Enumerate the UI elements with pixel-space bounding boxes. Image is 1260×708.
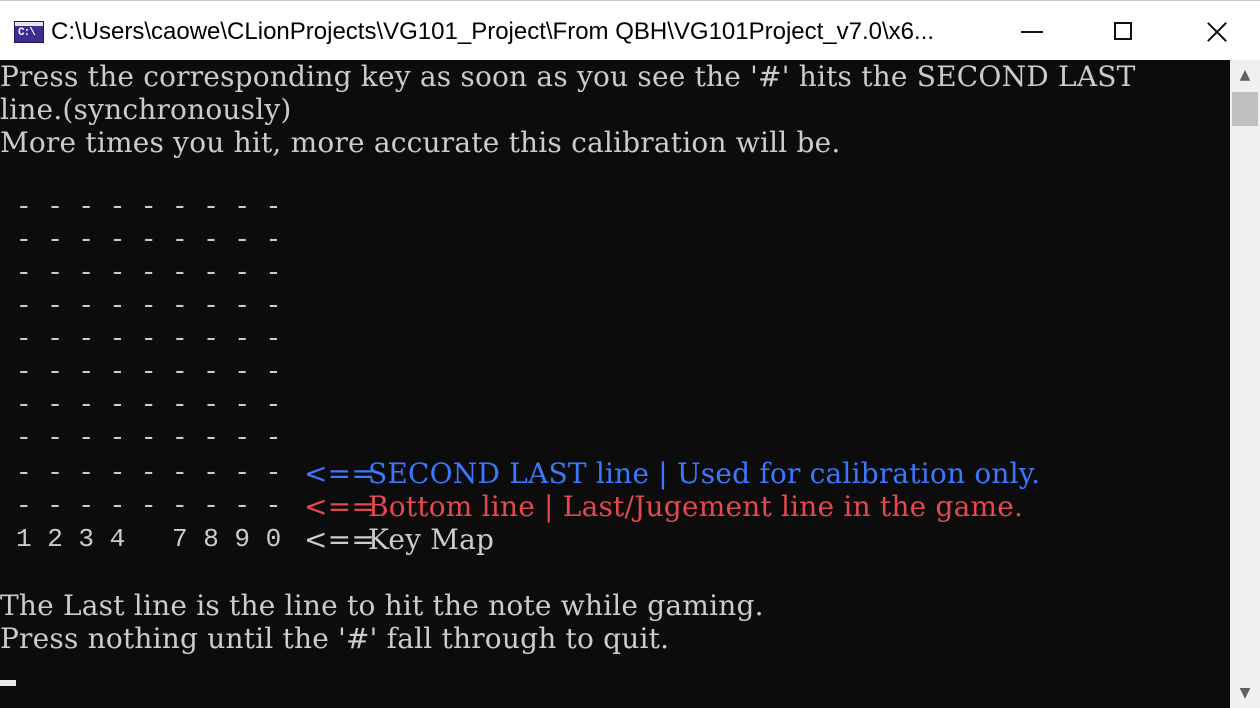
minimize-button[interactable] — [987, 1, 1079, 61]
bottom-row-dashes: - - - - - - - - - — [16, 491, 282, 521]
grid-row-5: - - - - - - - - - — [16, 324, 282, 354]
instruction-line-3: More times you hit, more accurate this c… — [0, 126, 841, 159]
grid-row-7: - - - - - - - - - — [16, 390, 282, 420]
bottom-row-arrow: <== — [304, 490, 375, 523]
second-last-row-arrow: <== — [304, 457, 375, 490]
footer-line-1: The Last line is the line to hit the not… — [0, 589, 764, 622]
footer-line-2: Press nothing until the '#' fall through… — [0, 622, 670, 655]
close-button[interactable] — [1170, 1, 1260, 61]
window-title: C:\Users\caowe\CLionProjects\VG101_Proje… — [51, 18, 935, 45]
second-last-row-dashes: - - - - - - - - - — [16, 458, 282, 488]
grid-row-3: - - - - - - - - - — [16, 258, 282, 288]
key-map-keys: 1 2 3 4 7 8 9 0 — [16, 524, 282, 554]
grid-row-2: - - - - - - - - - — [16, 225, 282, 255]
console-app-icon: C:\ — [14, 21, 44, 43]
grid-row-1: - - - - - - - - - — [16, 192, 282, 222]
second-last-row-label: SECOND LAST line | Used for calibration … — [368, 457, 1041, 490]
text-cursor — [0, 680, 16, 686]
key-map-arrow: <== — [304, 523, 375, 556]
bottom-row-label: Bottom line | Last/Jugement line in the … — [368, 490, 1024, 523]
grid-row-4: - - - - - - - - - — [16, 291, 282, 321]
scroll-down-arrow-icon[interactable]: ▼ — [1230, 678, 1260, 708]
vertical-scrollbar[interactable]: ▲ ▼ — [1230, 60, 1260, 708]
scroll-up-arrow-icon[interactable]: ▲ — [1230, 60, 1260, 90]
title-bar[interactable]: C:\ C:\Users\caowe\CLionProjects\VG101_P… — [0, 0, 1260, 60]
maximize-button[interactable] — [1078, 1, 1170, 61]
grid-row-8: - - - - - - - - - — [16, 423, 282, 453]
scrollbar-thumb[interactable] — [1232, 92, 1258, 126]
instruction-line-1: Press the corresponding key as soon as y… — [0, 60, 1136, 93]
grid-row-6: - - - - - - - - - — [16, 357, 282, 387]
key-map-label: Key Map — [368, 523, 495, 556]
instruction-line-2: line.(synchronously) — [0, 93, 292, 126]
console-output: Press the corresponding key as soon as y… — [0, 60, 1230, 708]
console-app-icon-text: C:\ — [18, 27, 36, 39]
